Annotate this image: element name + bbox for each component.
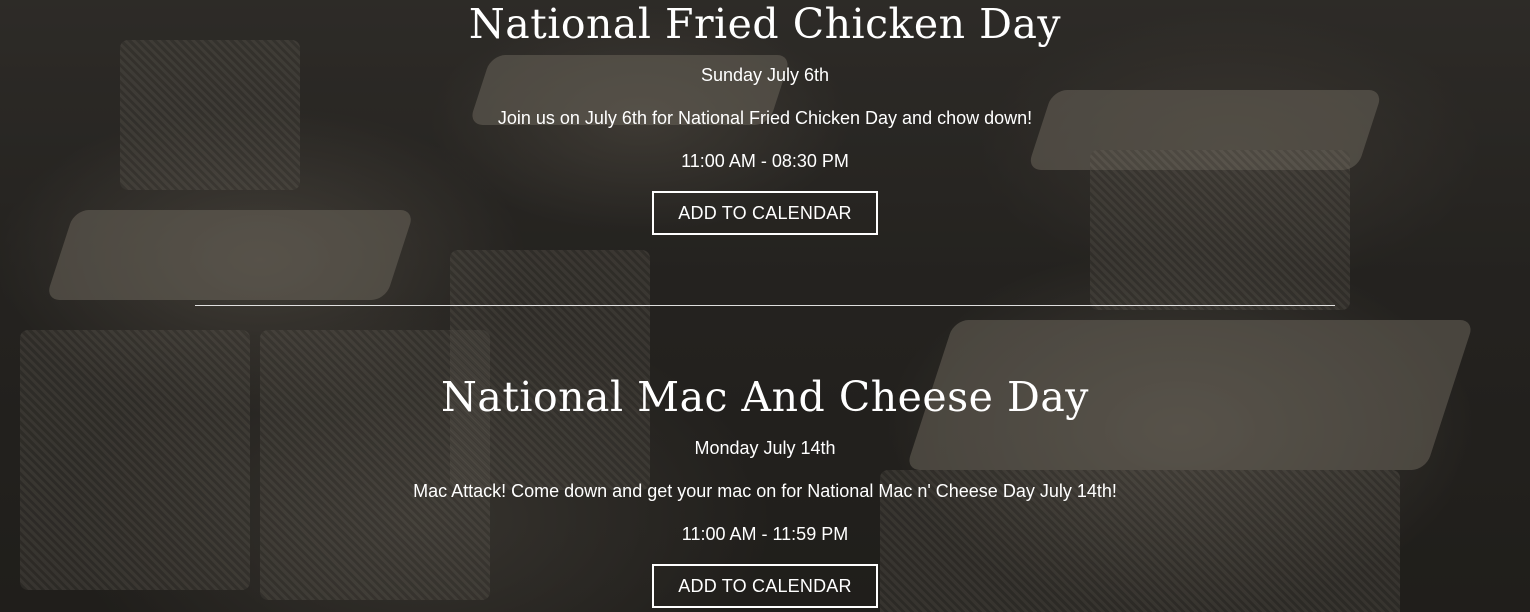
event-description: Mac Attack! Come down and get your mac o… [413,481,1117,501]
event-date: Sunday July 6th [700,65,830,85]
event-description: Join us on July 6th for National Fried C… [497,108,1033,128]
event-description-row: Mac Attack! Come down and get your mac o… [0,482,1530,500]
event-date-row: Sunday July 6th [0,66,1530,84]
event-date: Monday July 14th [694,438,836,458]
event-time: 11:00 AM - 08:30 PM [681,151,849,171]
event-button-row: ADD TO CALENDAR [0,564,1530,608]
event-time-row: 11:00 AM - 11:59 PM [0,525,1530,543]
event-title: National Mac And Cheese Day [441,373,1089,421]
event-divider [195,305,1335,306]
event-date-row: Monday July 14th [0,439,1530,457]
event-title-row: National Fried Chicken Day [0,4,1530,45]
events-list: National Fried Chicken Day Sunday July 6… [0,0,1530,612]
events-page: National Fried Chicken Day Sunday July 6… [0,0,1530,612]
event-time-row: 11:00 AM - 08:30 PM [0,152,1530,170]
event-description-row: Join us on July 6th for National Fried C… [0,109,1530,127]
add-to-calendar-button[interactable]: ADD TO CALENDAR [652,191,878,235]
event-button-row: ADD TO CALENDAR [0,191,1530,235]
event-time: 11:00 AM - 11:59 PM [681,524,849,544]
add-to-calendar-button[interactable]: ADD TO CALENDAR [652,564,878,608]
event-title: National Fried Chicken Day [468,0,1062,48]
event-title-row: National Mac And Cheese Day [0,377,1530,418]
